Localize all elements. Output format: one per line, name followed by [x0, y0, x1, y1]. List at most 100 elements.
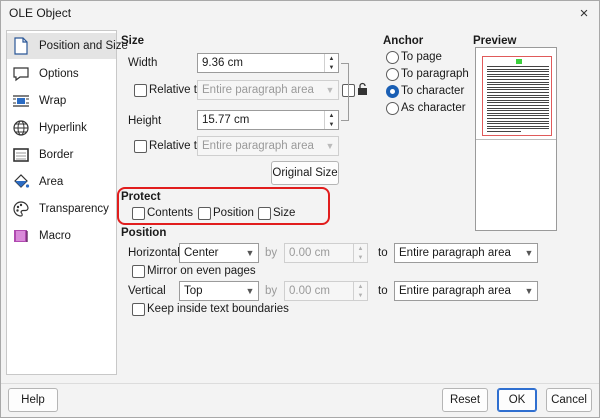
anchor-as-character-label: As character	[401, 102, 466, 114]
mirror-even-pages-label: Mirror on even pages	[147, 265, 256, 277]
height-decrement-icon[interactable]: ▼	[325, 120, 338, 129]
position-section-title: Position	[121, 227, 167, 239]
anchor-to-page-label: To page	[401, 51, 442, 63]
ole-object-dialog: OLE Object × Position and Size Options W…	[0, 0, 600, 418]
close-icon: ×	[579, 4, 589, 22]
height-relative-checkbox[interactable]	[134, 140, 147, 153]
reset-button[interactable]: Reset	[442, 388, 488, 412]
preview-text-line	[487, 84, 549, 86]
sidebar-item-area[interactable]: Area	[7, 169, 116, 195]
width-decrement-icon[interactable]: ▼	[325, 63, 338, 72]
lock-icon	[357, 82, 368, 99]
width-label: Width	[128, 57, 158, 69]
preview-text-line	[487, 73, 549, 75]
anchor-to-character-label: To character	[401, 85, 465, 97]
horizontal-by-label: by	[265, 247, 278, 259]
preview-text-line	[487, 68, 549, 70]
preview-text-line	[487, 123, 549, 125]
protect-position-checkbox[interactable]	[198, 207, 211, 220]
protect-size-checkbox[interactable]	[258, 207, 271, 220]
anchor-to-character-radio[interactable]	[386, 85, 399, 98]
height-label: Height	[128, 115, 162, 127]
anchor-to-page-radio[interactable]	[386, 51, 399, 64]
vertical-by-label: by	[265, 285, 278, 297]
horizontal-label: Horizontal	[128, 247, 180, 259]
horizontal-to-combo[interactable]: Entire paragraph area ▼	[394, 243, 538, 263]
sidebar-item-label: Position and Size	[39, 40, 128, 52]
vertical-by-decrement-icon[interactable]: ▼	[354, 291, 367, 300]
horizontal-by-value: 0.00 cm	[289, 247, 330, 259]
preview-text-line	[487, 97, 549, 99]
width-relative-combo[interactable]: Entire paragraph area ▼	[197, 80, 339, 100]
preview-text-line	[487, 89, 549, 91]
button-bar-separator	[1, 383, 599, 384]
horizontal-by-decrement-icon[interactable]: ▼	[354, 253, 367, 262]
protect-section-title: Protect	[121, 191, 161, 203]
vertical-value: Top	[184, 285, 203, 297]
help-button[interactable]: Help	[8, 388, 58, 412]
sidebar-item-options[interactable]: Options	[7, 61, 116, 87]
chevron-down-icon: ▼	[524, 248, 534, 258]
preview-text-line	[487, 125, 549, 127]
title-bar: OLE Object ×	[1, 1, 599, 27]
palette-icon	[11, 199, 31, 219]
horizontal-by-increment-icon[interactable]: ▲	[354, 244, 367, 253]
anchor-to-paragraph-radio[interactable]	[386, 68, 399, 81]
preview-text-line	[487, 79, 549, 80]
width-relative-checkbox[interactable]	[134, 84, 147, 97]
anchor-as-character-radio[interactable]	[386, 102, 399, 115]
vertical-combo[interactable]: Top ▼	[179, 281, 259, 301]
preview-page-frame	[482, 56, 552, 136]
vertical-by-increment-icon[interactable]: ▲	[354, 282, 367, 291]
sidebar-item-border[interactable]: Border	[7, 142, 116, 168]
vertical-to-value: Entire paragraph area	[399, 285, 511, 297]
sidebar-item-transparency[interactable]: Transparency	[7, 196, 116, 222]
sidebar-item-label: Hyperlink	[39, 122, 87, 134]
sidebar-item-hyperlink[interactable]: Hyperlink	[7, 115, 116, 141]
chevron-down-icon: ▼	[325, 141, 335, 151]
chevron-down-icon: ▼	[524, 286, 534, 296]
preview-anchor-marker	[516, 59, 522, 64]
height-value: 15.77 cm	[202, 114, 250, 126]
keep-inside-text-checkbox[interactable]	[132, 303, 145, 316]
preview-text-line	[487, 118, 549, 119]
height-increment-icon[interactable]: ▲	[325, 111, 338, 120]
sidebar-item-wrap[interactable]: Wrap	[7, 88, 116, 114]
preview-text-line	[487, 99, 549, 101]
horizontal-combo[interactable]: Center ▼	[179, 243, 259, 263]
sidebar-item-label: Options	[39, 68, 79, 80]
vertical-by-field[interactable]: 0.00 cm ▲ ▼	[284, 281, 368, 301]
original-size-button[interactable]: Original Size	[271, 161, 339, 185]
horizontal-to-label: to	[378, 247, 388, 259]
protect-contents-checkbox[interactable]	[132, 207, 145, 220]
vertical-to-combo[interactable]: Entire paragraph area ▼	[394, 281, 538, 301]
preview-text-line	[487, 86, 549, 88]
protect-size-label: Size	[273, 207, 296, 219]
height-field[interactable]: 15.77 cm ▲ ▼	[197, 110, 339, 130]
preview-text-line	[487, 76, 549, 78]
mirror-even-pages-checkbox[interactable]	[132, 265, 145, 278]
height-relative-combo[interactable]: Entire paragraph area ▼	[197, 136, 339, 156]
width-increment-icon[interactable]: ▲	[325, 54, 338, 63]
sidebar-item-label: Wrap	[39, 95, 67, 107]
macro-icon	[11, 226, 31, 246]
preview-text-line	[487, 92, 549, 93]
width-field[interactable]: 9.36 cm ▲ ▼	[197, 53, 339, 73]
vertical-to-label: to	[378, 285, 388, 297]
sidebar-item-position-and-size[interactable]: Position and Size	[7, 33, 128, 59]
preview-text-line	[487, 105, 549, 106]
ok-button[interactable]: OK	[497, 388, 537, 412]
page-icon	[11, 36, 31, 56]
preview-text-line	[487, 107, 549, 109]
keep-inside-text-label: Keep inside text boundaries	[147, 303, 289, 315]
close-button[interactable]: ×	[573, 3, 595, 23]
anchor-section-title: Anchor	[383, 35, 424, 47]
horizontal-by-field[interactable]: 0.00 cm ▲ ▼	[284, 243, 368, 263]
height-relative-label: Relative to	[149, 140, 204, 152]
chevron-down-icon: ▼	[245, 286, 255, 296]
sidebar-item-label: Area	[39, 176, 64, 188]
sidebar-item-macro[interactable]: Macro	[7, 223, 116, 249]
protect-contents-label: Contents	[147, 207, 194, 219]
cancel-button[interactable]: Cancel	[546, 388, 592, 412]
preview-text-line	[487, 66, 549, 67]
